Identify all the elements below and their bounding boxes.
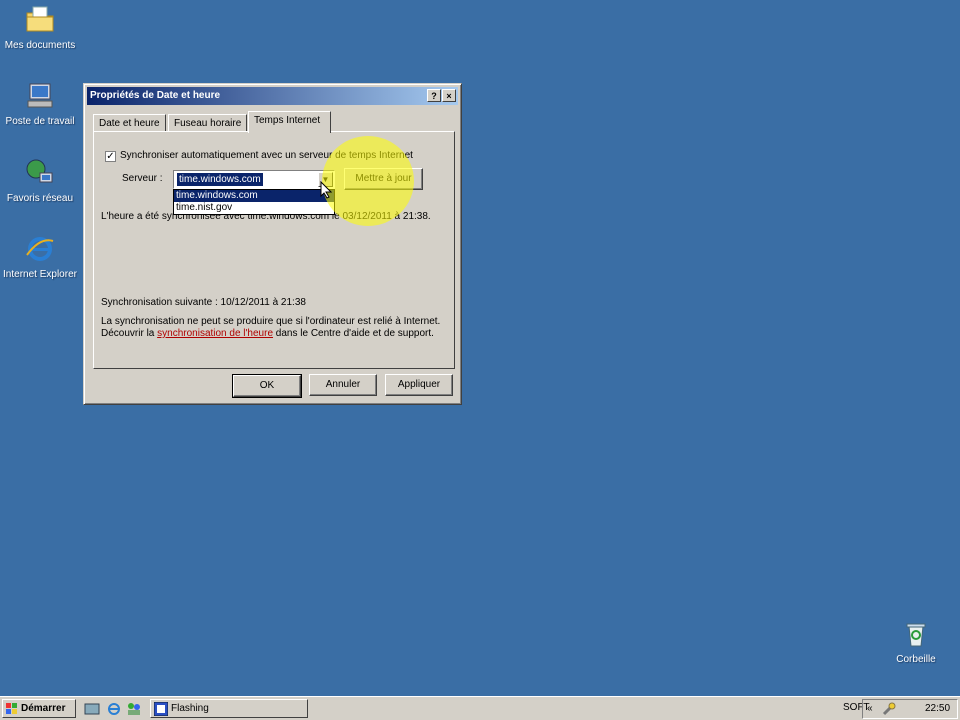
tab-time-zone[interactable]: Fuseau horaire bbox=[168, 114, 247, 132]
sync-checkbox[interactable]: ✓ bbox=[105, 151, 116, 162]
internet-explorer-quicklaunch-icon[interactable] bbox=[106, 701, 122, 717]
close-button[interactable]: × bbox=[442, 89, 456, 102]
sync-note-text-end: dans le Centre d'aide et de support. bbox=[273, 328, 434, 339]
desktop-icon-label: Corbeille bbox=[896, 654, 936, 665]
mouse-cursor-icon bbox=[320, 181, 332, 199]
server-option[interactable]: time.nist.gov bbox=[174, 202, 334, 214]
tab-date-time[interactable]: Date et heure bbox=[93, 114, 166, 132]
system-tray: « 22:50 bbox=[862, 699, 958, 719]
show-desktop-icon[interactable] bbox=[84, 701, 100, 717]
taskbar-button-flashing[interactable]: Flashing bbox=[150, 699, 308, 718]
tab-internet-time[interactable]: Temps Internet bbox=[248, 111, 331, 133]
computer-icon bbox=[27, 83, 53, 108]
windows-logo-icon bbox=[6, 703, 17, 714]
taskbar-button-label: Flashing bbox=[171, 703, 209, 714]
folder-icon bbox=[26, 6, 54, 32]
start-label: Démarrer bbox=[21, 703, 66, 714]
desktop-icon-label: Poste de travail bbox=[5, 116, 75, 127]
globe-network-icon bbox=[26, 159, 53, 183]
sync-note: La synchronisation ne peut se produire q… bbox=[101, 316, 451, 340]
ok-button[interactable]: OK bbox=[232, 374, 302, 398]
desktop-icon-recycle-bin[interactable]: Corbeille bbox=[876, 618, 956, 666]
sync-help-link[interactable]: synchronisation de l'heure bbox=[157, 328, 273, 339]
tray-expand-button[interactable]: « bbox=[867, 703, 873, 714]
desktop-icon-my-computer[interactable]: Poste de travail bbox=[0, 80, 80, 128]
dialog-title: Propriétés de Date et heure bbox=[90, 90, 221, 101]
server-option[interactable]: time.windows.com bbox=[174, 190, 334, 202]
desktop-icon-my-documents[interactable]: Mes documents bbox=[0, 4, 80, 52]
recycle-bin-icon bbox=[906, 623, 926, 647]
next-sync-text: Synchronisation suivante : 10/12/2011 à … bbox=[101, 297, 306, 308]
start-button[interactable]: Démarrer bbox=[2, 699, 76, 718]
dialog-titlebar[interactable]: Propriétés de Date et heure ? × bbox=[87, 87, 458, 105]
taskbar: Démarrer Flashing SOFT « 22:50 bbox=[0, 696, 960, 720]
help-button[interactable]: ? bbox=[427, 89, 441, 102]
desktop-icon-label: Mes documents bbox=[4, 40, 76, 51]
clock[interactable]: 22:50 bbox=[925, 703, 950, 714]
apply-button[interactable]: Appliquer bbox=[385, 374, 453, 396]
sync-checkbox-label[interactable]: Synchroniser automatiquement avec un ser… bbox=[120, 150, 413, 162]
internet-explorer-icon bbox=[26, 237, 54, 261]
tools-tray-icon[interactable] bbox=[881, 701, 897, 717]
desktop-icon-network[interactable]: Favoris réseau bbox=[0, 157, 80, 205]
server-label: Serveur : bbox=[122, 173, 163, 184]
server-combobox[interactable]: time.windows.com ▼ bbox=[173, 170, 335, 189]
app-window-icon bbox=[154, 702, 168, 716]
update-now-button[interactable]: Mettre à jour bbox=[344, 168, 423, 190]
date-time-properties-dialog: Propriétés de Date et heure ? × Date et … bbox=[83, 83, 462, 405]
server-dropdown-list: time.windows.com time.nist.gov bbox=[173, 189, 335, 215]
desktop-icon-label: Internet Explorer bbox=[3, 269, 77, 280]
cancel-button[interactable]: Annuler bbox=[309, 374, 377, 396]
server-selected-value: time.windows.com bbox=[177, 173, 263, 186]
desktop-icon-internet-explorer[interactable]: Internet Explorer bbox=[0, 233, 80, 281]
desktop-icon-label: Favoris réseau bbox=[6, 193, 74, 204]
people-quicklaunch-icon[interactable] bbox=[126, 701, 142, 717]
